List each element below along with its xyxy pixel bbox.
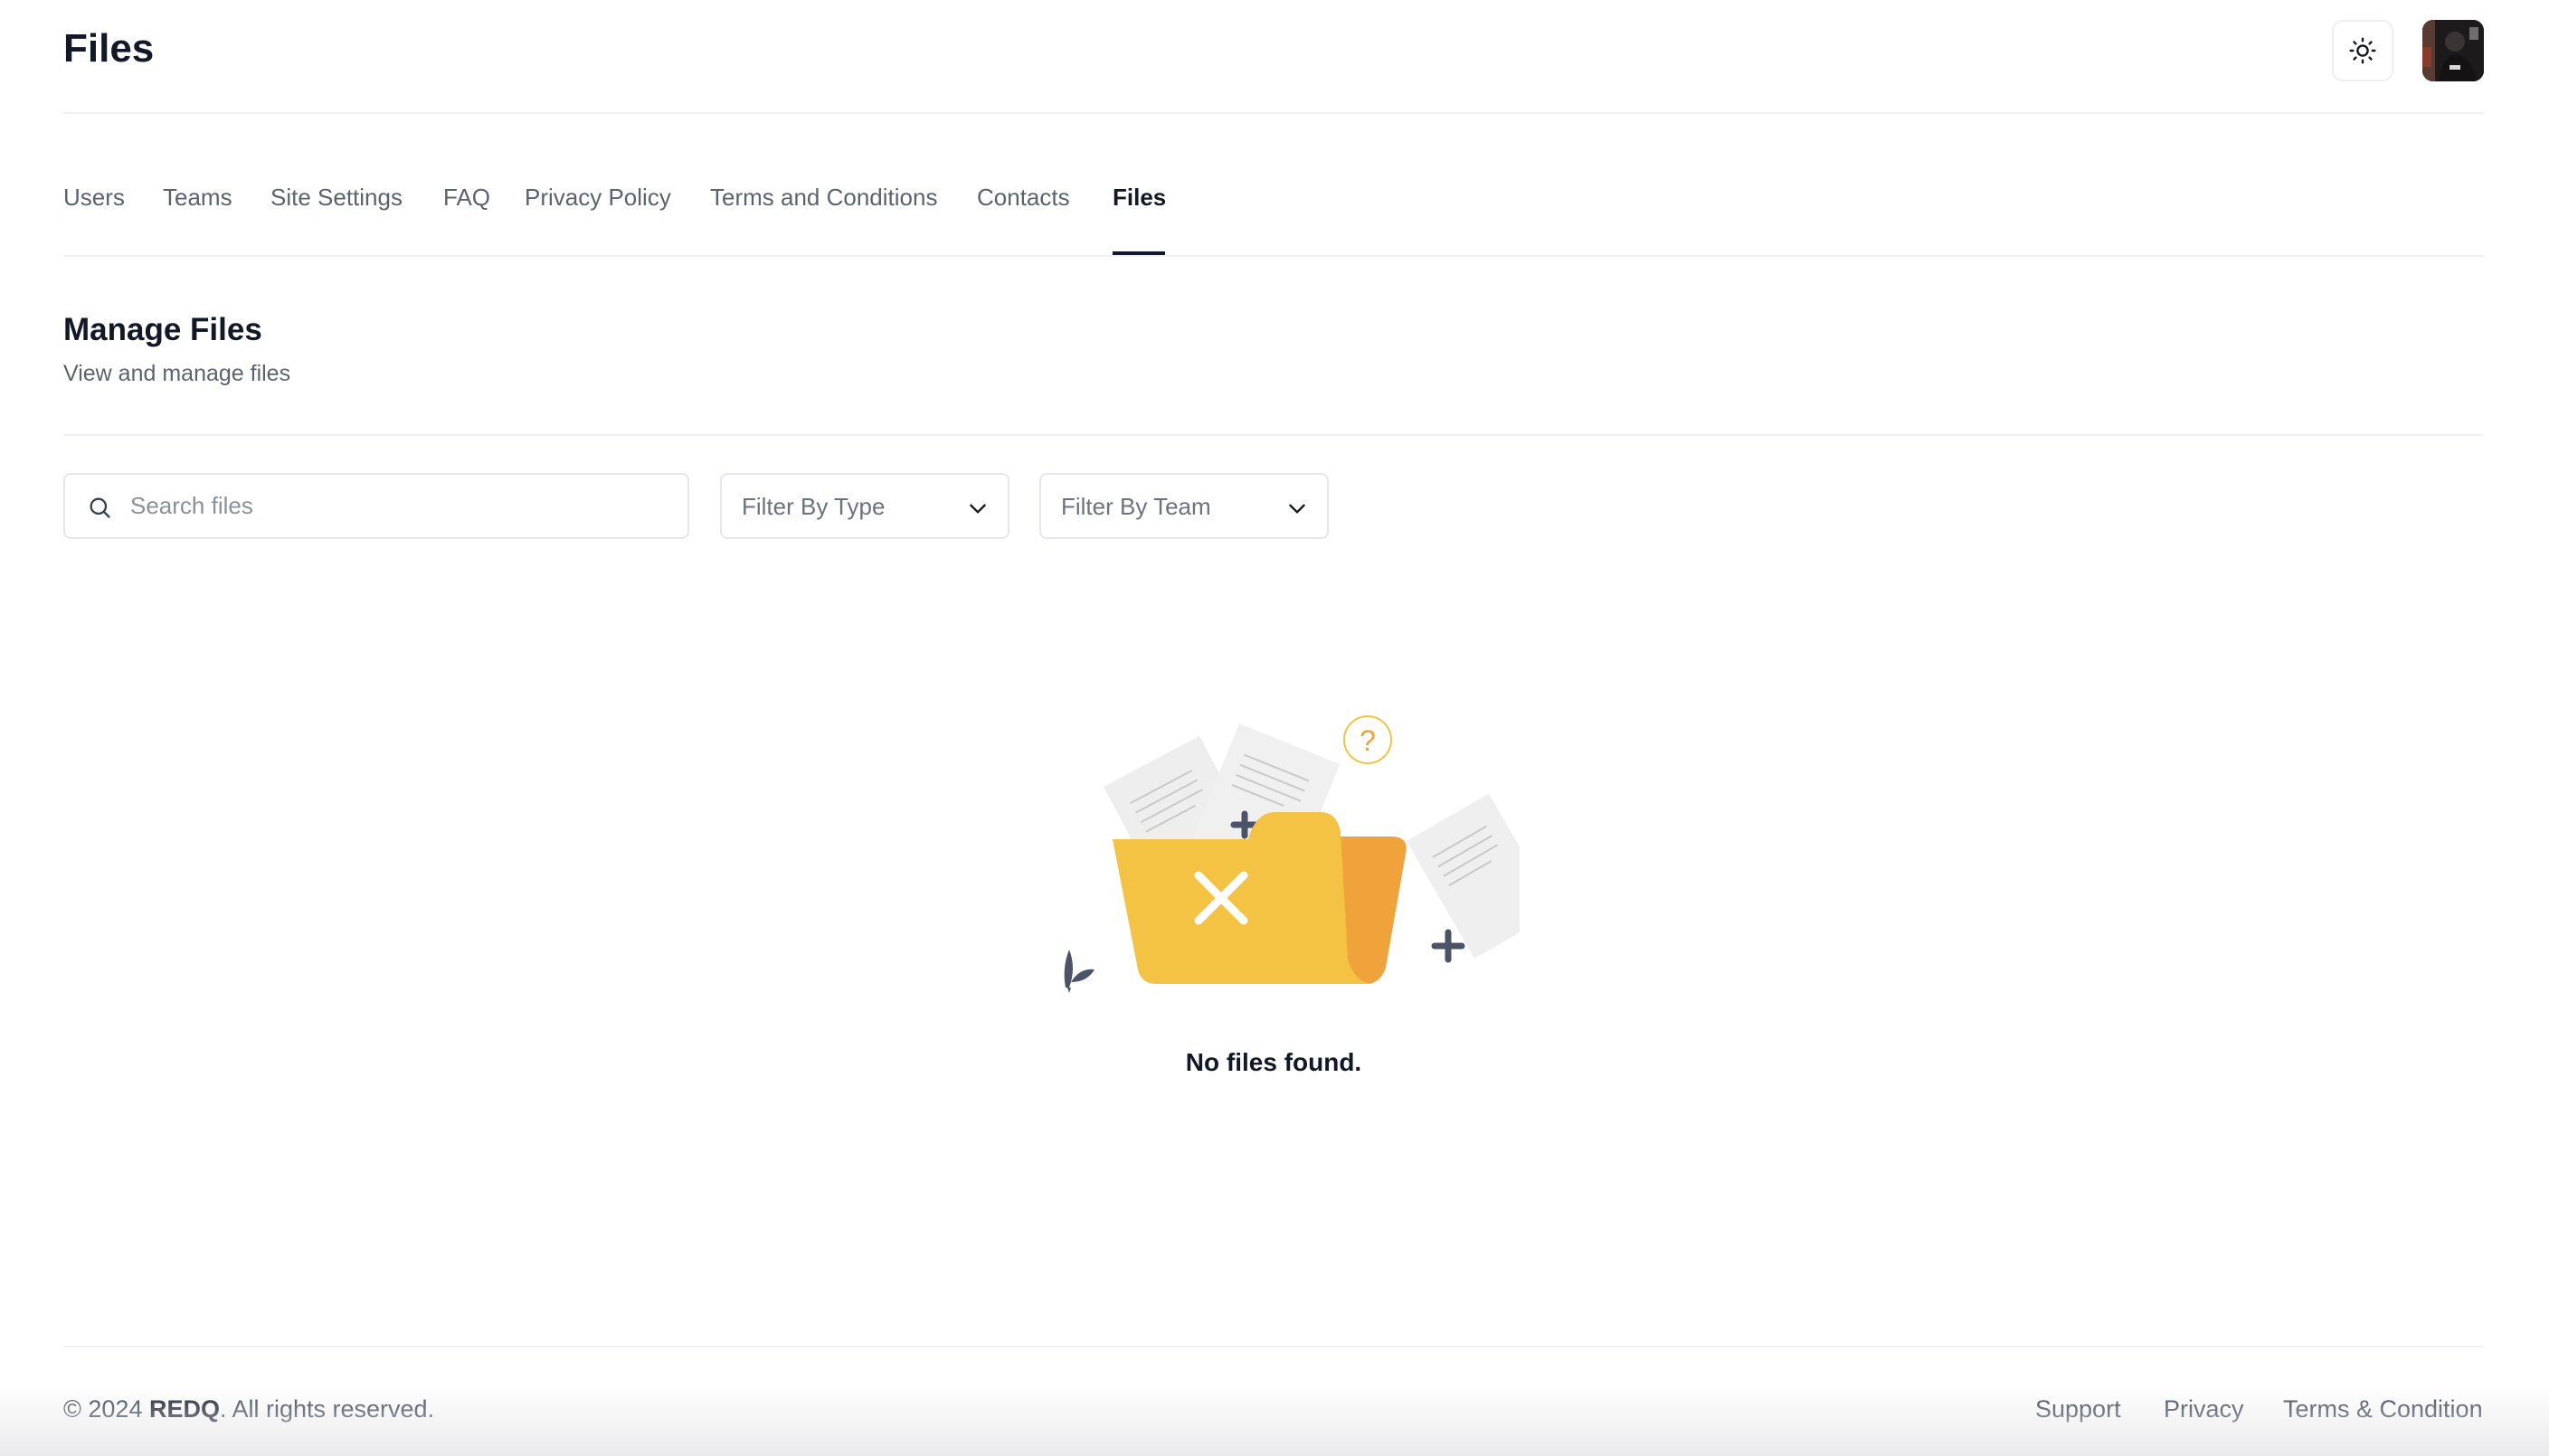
section-title: Manage Files (63, 312, 262, 347)
tab-teams[interactable]: Teams (163, 183, 232, 212)
tab-site-settings[interactable]: Site Settings (270, 183, 403, 212)
copyright-text: © 2024 REDQ. All rights reserved. (63, 1395, 434, 1423)
footer-link-privacy[interactable]: Privacy (2164, 1395, 2244, 1423)
empty-state-message: No files found. (1185, 1048, 1362, 1076)
tab-privacy-policy[interactable]: Privacy Policy (525, 183, 671, 212)
section-header: Manage Files View and manage files (63, 257, 2484, 436)
avatar-image (2422, 20, 2484, 81)
user-avatar[interactable] (2422, 20, 2484, 81)
filter-by-type-label: Filter By Type (742, 493, 886, 520)
page-title: Files (63, 26, 155, 71)
tab-files[interactable]: Files (1113, 183, 1166, 212)
search-input[interactable] (130, 475, 673, 537)
search-icon (90, 497, 110, 518)
svg-text:?: ? (1360, 724, 1376, 757)
tab-contacts[interactable]: Contacts (977, 183, 1070, 212)
section-subtitle: View and manage files (63, 361, 291, 386)
theme-toggle-button[interactable] (2332, 20, 2393, 81)
active-tab-indicator (1113, 251, 1165, 255)
copyright-prefix: © 2024 (63, 1395, 149, 1423)
tab-terms-and-conditions[interactable]: Terms and Conditions (710, 183, 937, 212)
filter-by-team-select[interactable]: Filter By Team (1039, 473, 1329, 539)
filter-by-type-select[interactable]: Filter By Type (720, 473, 1009, 539)
filter-by-team-label: Filter By Team (1061, 493, 1211, 520)
footer-link-terms[interactable]: Terms & Condition (2283, 1395, 2483, 1423)
footer-link-support[interactable]: Support (2035, 1395, 2121, 1423)
brand-name: REDQ (148, 1395, 220, 1423)
footer: © 2024 REDQ. All rights reserved. Suppor… (63, 1346, 2484, 1456)
top-bar: Files (63, 0, 2484, 114)
sun-icon (2349, 37, 2376, 64)
copyright-suffix: . All rights reserved. (219, 1395, 435, 1423)
chevron-down-icon (970, 504, 986, 514)
search-box (63, 473, 689, 539)
tab-users[interactable]: Users (63, 183, 125, 212)
empty-folder-icon: ? (1064, 715, 1520, 993)
tab-faq[interactable]: FAQ (443, 183, 490, 212)
chevron-down-icon (1289, 504, 1305, 514)
admin-tabs: Users Teams Site Settings FAQ Privacy Po… (63, 114, 2484, 257)
